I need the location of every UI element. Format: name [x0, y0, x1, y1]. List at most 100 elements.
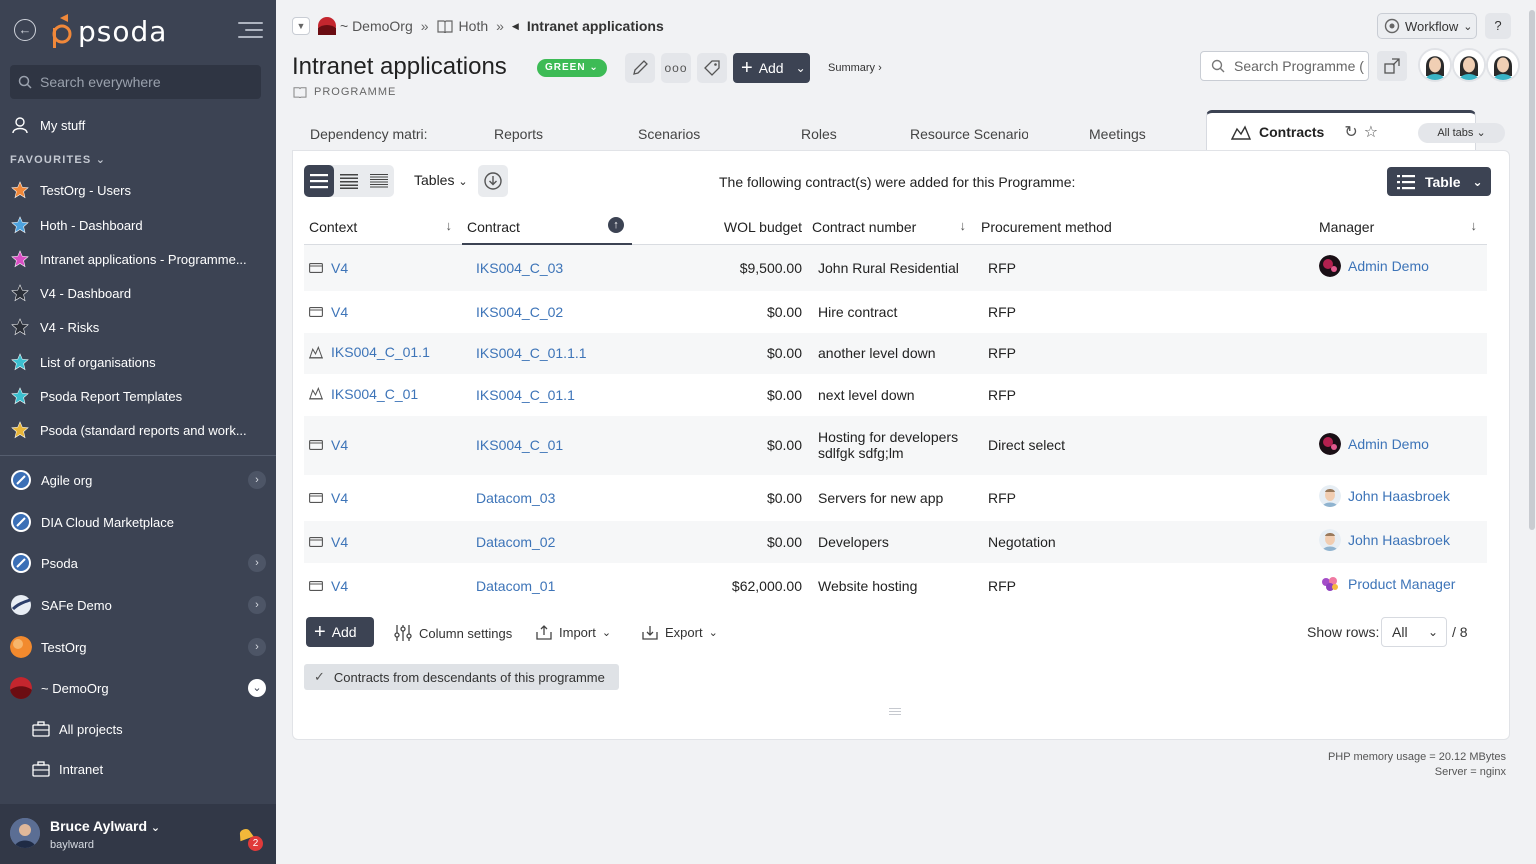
chevron-right-icon[interactable]: › — [248, 471, 266, 489]
sidebar-org-item[interactable]: SAFe Demo › — [10, 590, 268, 620]
context-link[interactable]: IKS004_C_01.1 — [331, 344, 430, 360]
resize-handle-icon[interactable] — [889, 708, 901, 717]
sort-down-icon[interactable]: ↓ — [1471, 218, 1478, 233]
more-button[interactable]: ooo — [661, 53, 691, 83]
column-header-context[interactable]: Context ↓ — [304, 210, 462, 245]
contract-link[interactable]: IKS004_C_01.1.1 — [476, 345, 587, 361]
user-profile[interactable]: Bruce Aylward ⌄ baylward 2 — [0, 804, 276, 864]
column-header-wol-budget[interactable]: WOL budget — [632, 210, 807, 245]
psoda-logo[interactable]: psoda — [50, 14, 167, 48]
page-scrollbar[interactable] — [1528, 0, 1536, 864]
expand-button[interactable] — [1377, 51, 1407, 81]
all-tabs-dropdown[interactable]: All tabs ⌄ — [1418, 123, 1505, 143]
context-link[interactable]: V4 — [331, 490, 348, 506]
rows-per-page-select[interactable]: All ⌄ — [1381, 617, 1447, 647]
summary-link[interactable]: Summary › — [828, 62, 882, 74]
context-link[interactable]: V4 — [331, 534, 348, 550]
favourite-item[interactable]: V4 - Dashboard — [10, 280, 131, 306]
tab-meetings[interactable]: Meetings — [1089, 126, 1146, 142]
view-dense-button[interactable] — [364, 165, 394, 197]
team-avatar[interactable] — [1418, 48, 1452, 82]
chevron-down-icon[interactable]: ⌄ — [248, 679, 266, 697]
column-header-contract-number[interactable]: Contract number ↓ — [807, 210, 976, 245]
export-button[interactable]: Export ⌄ — [642, 624, 718, 640]
team-avatar[interactable] — [1486, 48, 1520, 82]
workflow-dropdown[interactable]: Workflow ⌄ — [1377, 13, 1477, 39]
back-icon[interactable]: ← — [14, 19, 36, 41]
tables-dropdown[interactable]: Tables ⌄ — [414, 172, 468, 188]
manager-link[interactable]: John Haasbroek — [1348, 488, 1450, 504]
breadcrumb-org[interactable]: ~ DemoOrg — [340, 18, 413, 34]
contract-link[interactable]: IKS004_C_01 — [476, 437, 563, 453]
edit-button[interactable] — [625, 53, 655, 83]
contract-link[interactable]: Datacom_02 — [476, 534, 555, 550]
page-type: PROGRAMME — [293, 86, 396, 98]
tab-roles[interactable]: Roles — [801, 126, 837, 142]
sidebar-org-item[interactable]: Psoda › — [10, 548, 268, 578]
chevron-right-icon[interactable]: › — [248, 638, 266, 656]
tab-scenarios[interactable]: Scenarios — [638, 126, 700, 142]
sidebar-item-intranet[interactable]: Intranet — [32, 757, 103, 781]
table-view-dropdown[interactable]: Table ⌄ — [1387, 167, 1491, 196]
descendants-filter-toggle[interactable]: ✓ Contracts from descendants of this pro… — [304, 664, 619, 690]
favourite-item[interactable]: Psoda (standard reports and work... — [10, 417, 247, 443]
column-header-contract[interactable]: Contract ↑ — [462, 210, 632, 245]
favourite-item[interactable]: List of organisations — [10, 349, 156, 375]
favourite-item[interactable]: V4 - Risks — [10, 314, 99, 340]
sidebar-org-item[interactable]: Agile org › — [10, 465, 268, 495]
contract-link[interactable]: IKS004_C_03 — [476, 260, 563, 276]
sidebar-search-input[interactable]: Search everywhere — [10, 65, 261, 99]
view-list-button[interactable] — [304, 165, 334, 197]
chevron-right-icon[interactable]: › — [248, 596, 266, 614]
sidebar-item-my-stuff[interactable]: My stuff — [10, 112, 85, 138]
tab-reports[interactable]: Reports — [494, 126, 543, 142]
contract-link[interactable]: IKS004_C_01.1 — [476, 387, 575, 403]
column-header-manager[interactable]: Manager ↓ — [1314, 210, 1487, 245]
context-link[interactable]: V4 — [331, 578, 348, 594]
context-link[interactable]: V4 — [331, 437, 348, 453]
favourite-item[interactable]: Psoda Report Templates — [10, 383, 182, 409]
favourite-item[interactable]: Hoth - Dashboard — [10, 212, 143, 238]
favourites-header[interactable]: FAVOURITES ⌄ — [10, 153, 106, 166]
sort-down-icon[interactable]: ↓ — [960, 218, 967, 233]
sidebar-org-item[interactable]: ~ DemoOrg ⌄ — [10, 673, 268, 703]
refresh-icon[interactable]: ↻ — [1344, 122, 1357, 142]
manager-link[interactable]: Product Manager — [1348, 576, 1455, 592]
star-icon[interactable]: ☆ — [1364, 122, 1378, 142]
context-link[interactable]: V4 — [331, 260, 348, 276]
sort-up-icon[interactable]: ↑ — [608, 217, 624, 233]
contract-link[interactable]: Datacom_01 — [476, 578, 555, 594]
contract-link[interactable]: IKS004_C_02 — [476, 304, 563, 320]
tab-resource-scenarios[interactable]: Resource Scenario: — [910, 126, 1028, 142]
breadcrumb-portfolio[interactable]: Hoth — [459, 18, 489, 34]
context-link[interactable]: V4 — [331, 304, 348, 320]
import-button[interactable]: Import ⌄ — [536, 624, 611, 640]
add-contract-button[interactable]: + Add — [306, 617, 374, 647]
column-settings-button[interactable]: Column settings — [394, 624, 512, 642]
breadcrumb-dropdown-icon[interactable]: ▼ — [292, 17, 310, 35]
plus-icon: + — [314, 621, 326, 643]
status-badge[interactable]: GREEN ⌄ — [537, 59, 607, 77]
manager-link[interactable]: John Haasbroek — [1348, 532, 1450, 548]
tag-button[interactable] — [697, 53, 727, 83]
chevron-right-icon[interactable]: › — [248, 554, 266, 572]
favourite-item[interactable]: Intranet applications - Programme... — [10, 246, 247, 272]
help-button[interactable]: ? — [1485, 13, 1511, 39]
sort-down-icon[interactable]: ↓ — [446, 218, 453, 233]
contract-link[interactable]: Datacom_03 — [476, 490, 555, 506]
add-button[interactable]: + Add ⌄ — [733, 53, 810, 83]
manager-link[interactable]: Admin Demo — [1348, 258, 1429, 274]
view-compact-button[interactable] — [334, 165, 364, 197]
sidebar-item-all-projects[interactable]: All projects — [32, 717, 123, 741]
column-header-procurement-method[interactable]: Procurement method — [976, 210, 1314, 245]
sidebar-org-item[interactable]: DIA Cloud Marketplace — [10, 507, 268, 537]
programme-search-input[interactable]: Search Programme ( — [1200, 51, 1369, 81]
team-avatar[interactable] — [1452, 48, 1486, 82]
manager-link[interactable]: Admin Demo — [1348, 436, 1429, 452]
tab-dependency-matrix[interactable]: Dependency matri: — [310, 126, 428, 142]
collapse-menu-icon[interactable] — [238, 22, 263, 40]
sidebar-org-item[interactable]: TestOrg › — [10, 632, 268, 662]
context-link[interactable]: IKS004_C_01 — [331, 386, 418, 402]
download-button[interactable] — [478, 165, 508, 197]
favourite-item[interactable]: TestOrg - Users — [10, 177, 131, 203]
